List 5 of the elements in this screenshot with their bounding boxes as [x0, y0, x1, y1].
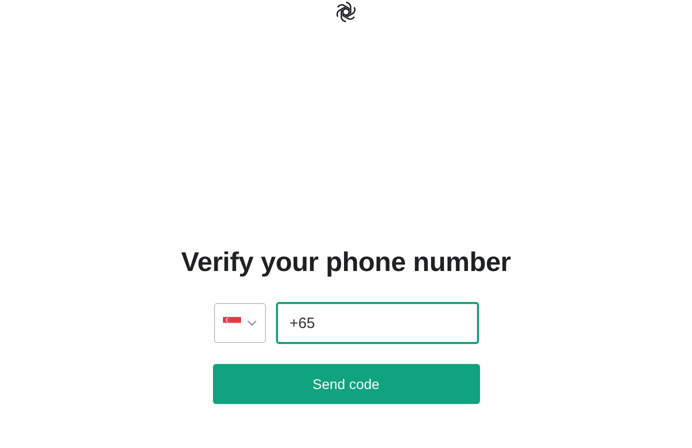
page-heading: Verify your phone number: [181, 247, 511, 278]
flag-icon: [222, 317, 240, 329]
phone-field[interactable]: +65: [276, 302, 478, 344]
country-select[interactable]: [214, 303, 266, 343]
chevron-icon: [246, 320, 256, 326]
